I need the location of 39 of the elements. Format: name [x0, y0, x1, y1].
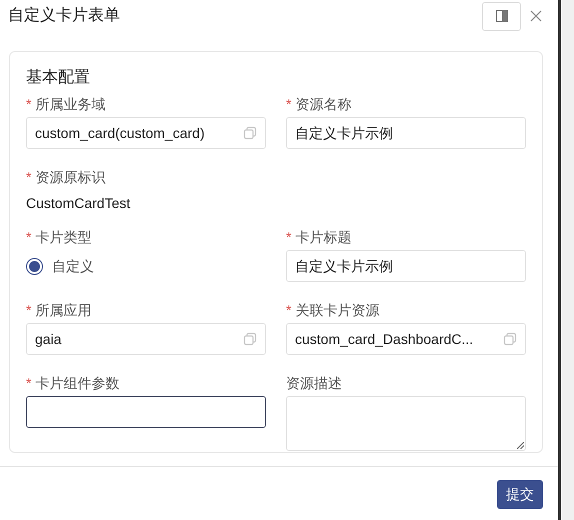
field-value: gaia — [35, 330, 62, 349]
radio-button[interactable] — [26, 258, 43, 274]
submit-button[interactable]: 提交 — [497, 480, 543, 509]
field-label: 卡片组件参数 — [35, 374, 120, 392]
input-field[interactable]: custom_card_DashboardC... — [286, 323, 526, 355]
field-label: 卡片标题 — [295, 228, 352, 246]
required-mark: * — [286, 94, 292, 114]
field-label: 关联卡片资源 — [295, 300, 380, 320]
field-value: CustomCardTest — [26, 194, 132, 213]
resize-handle-icon[interactable] — [517, 442, 524, 449]
required-mark: * — [26, 228, 32, 246]
input-field[interactable]: gaia — [26, 323, 266, 355]
required-mark: * — [26, 300, 32, 320]
radio-label: 自定义 — [52, 256, 94, 276]
input-field[interactable] — [26, 396, 266, 428]
field-label: 所属业务域 — [35, 94, 106, 114]
section-title: 基本配置 — [26, 68, 91, 88]
required-mark: * — [286, 300, 292, 320]
field-value: custom_card_DashboardC... — [295, 330, 474, 349]
field-label: 资源描述 — [286, 374, 342, 392]
required-mark: * — [26, 168, 32, 186]
panel-toggle-button[interactable] — [482, 2, 521, 30]
field-value: 自定义卡片示例 — [295, 124, 394, 142]
field-value: 自定义卡片示例 — [295, 256, 394, 276]
input-field[interactable]: custom_card(custom_card) — [26, 117, 266, 149]
field-label: 所属应用 — [35, 300, 92, 320]
split-panel-icon — [496, 10, 508, 22]
dialog-title: 自定义卡片表单 — [8, 6, 121, 26]
required-mark: * — [286, 228, 292, 246]
close-icon[interactable] — [530, 10, 542, 22]
field-label: 资源原标识 — [35, 168, 106, 186]
field-value: custom_card(custom_card) — [35, 124, 206, 143]
field-label: 资源名称 — [295, 94, 352, 114]
required-mark: * — [26, 374, 32, 392]
input-field[interactable]: 自定义卡片示例 — [286, 117, 526, 149]
input-field[interactable]: 自定义卡片示例 — [286, 250, 526, 282]
required-mark: * — [26, 94, 32, 114]
field-label: 卡片类型 — [35, 228, 92, 246]
textarea-field[interactable] — [286, 396, 526, 451]
